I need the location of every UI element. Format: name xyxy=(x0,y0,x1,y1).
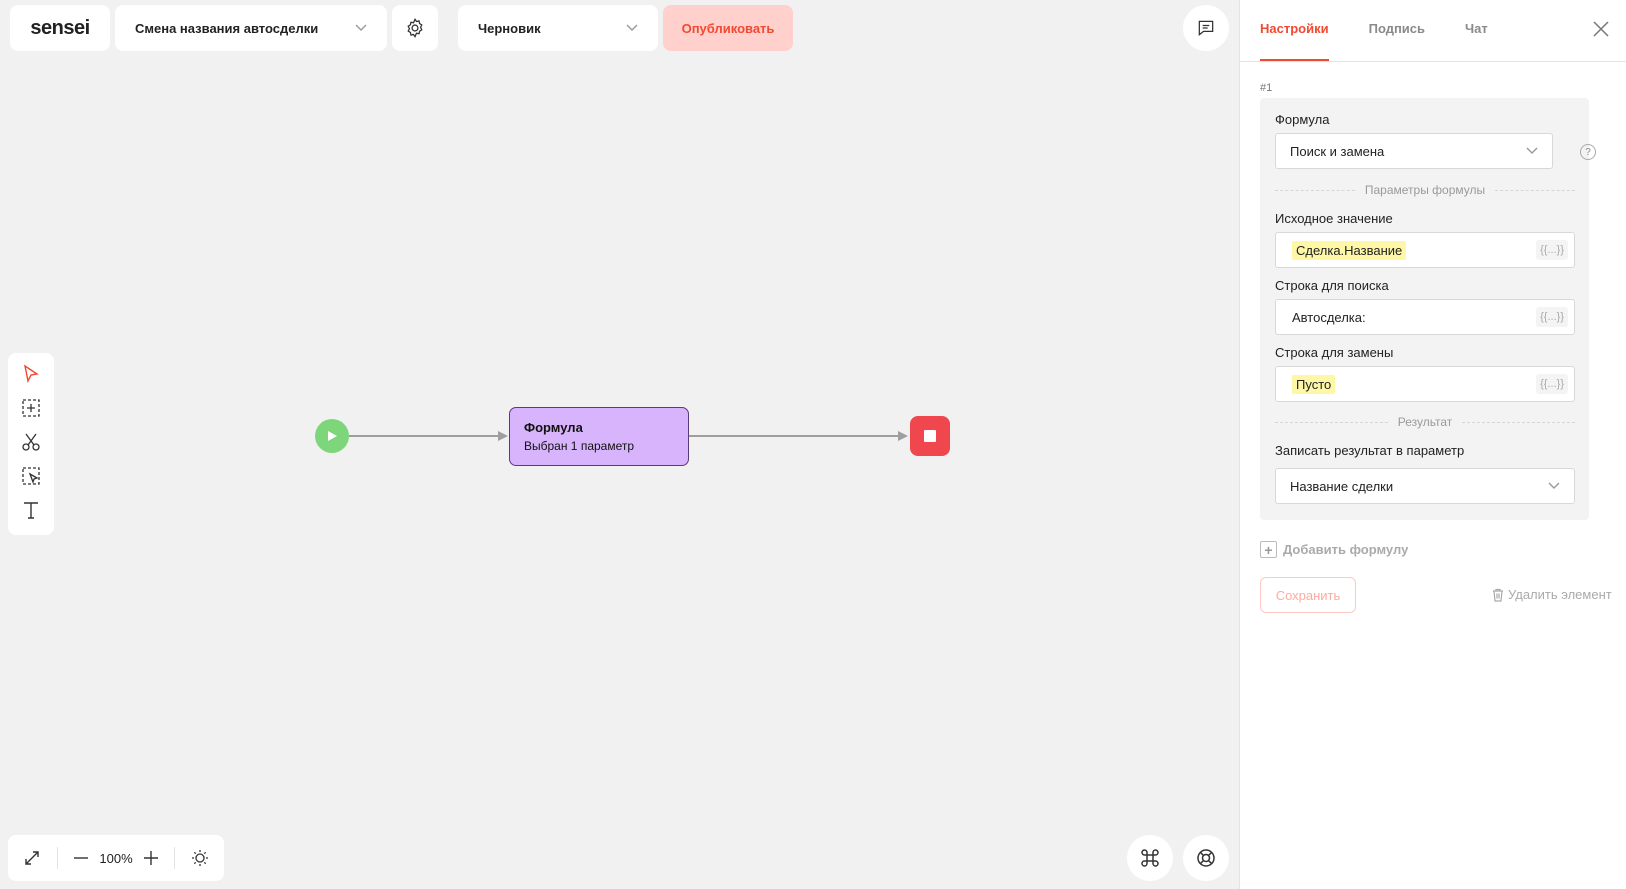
formula-index: #1 xyxy=(1260,82,1273,94)
connector-start-formula xyxy=(349,435,501,437)
theme-toggle-button[interactable] xyxy=(187,849,212,867)
panel-tabs: Настройки Подпись Чат xyxy=(1240,0,1626,62)
text-tool[interactable] xyxy=(16,497,46,523)
source-field[interactable]: Сделка.Название {{...}} xyxy=(1275,232,1575,268)
plus-icon xyxy=(143,851,158,865)
add-formula-button[interactable]: + Добавить формулу xyxy=(1260,541,1408,558)
formula-node[interactable]: Формула Выбран 1 параметр xyxy=(509,407,689,466)
zoom-controls: 100% xyxy=(8,835,224,881)
add-area-tool[interactable] xyxy=(16,395,46,421)
source-value-chip: Сделка.Название xyxy=(1292,240,1407,260)
zoom-in-button[interactable] xyxy=(139,850,162,866)
formula-card: Формула Поиск и замена ? Параметры форму… xyxy=(1260,98,1596,520)
comments-button[interactable] xyxy=(1183,5,1229,51)
delete-element-label: Удалить элемент xyxy=(1508,587,1612,602)
close-icon[interactable] xyxy=(1590,18,1612,40)
stop-node[interactable] xyxy=(910,416,950,456)
result-param-select[interactable]: Название сделки xyxy=(1275,468,1575,504)
chevron-down-icon xyxy=(626,24,638,31)
gear-icon xyxy=(407,17,423,39)
command-icon xyxy=(1141,849,1159,867)
publish-button[interactable]: Опубликовать xyxy=(663,5,793,51)
status-value: Черновик xyxy=(478,20,541,36)
chevron-down-icon xyxy=(355,24,367,31)
tool-palette xyxy=(8,353,54,535)
save-button[interactable]: Сохранить xyxy=(1260,577,1356,613)
delete-element-button[interactable]: Удалить элемент xyxy=(1492,587,1612,602)
scissors-icon xyxy=(22,433,40,451)
logo: sensei xyxy=(10,5,110,51)
pointer-tool[interactable] xyxy=(16,361,46,387)
divider xyxy=(56,847,58,869)
search-value: Автосделка: xyxy=(1292,309,1366,325)
formula-select[interactable]: Поиск и замена xyxy=(1275,133,1553,169)
search-field[interactable]: Автосделка: {{...}} xyxy=(1275,299,1575,335)
fit-screen-button[interactable] xyxy=(20,849,45,867)
replace-field[interactable]: Пусто {{...}} xyxy=(1275,366,1575,402)
node-title: Формула xyxy=(524,420,583,435)
zoom-out-button[interactable] xyxy=(70,850,93,866)
expand-icon xyxy=(25,851,40,865)
replace-value-chip: Пусто xyxy=(1292,374,1336,394)
replace-label: Строка для замены xyxy=(1275,345,1394,360)
help-button[interactable] xyxy=(1183,835,1229,881)
node-subtitle: Выбран 1 параметр xyxy=(524,439,635,453)
settings-panel: Настройки Подпись Чат #1 Формула Поиск и… xyxy=(1239,0,1626,889)
status-dropdown[interactable]: Черновик xyxy=(458,5,658,51)
settings-button[interactable] xyxy=(392,5,438,51)
start-node[interactable] xyxy=(315,419,349,453)
tab-settings[interactable]: Настройки xyxy=(1260,21,1329,61)
tab-signature[interactable]: Подпись xyxy=(1369,21,1425,61)
help-icon[interactable]: ? xyxy=(1580,144,1596,160)
process-title: Смена названия автосделки xyxy=(135,20,319,36)
pointer-icon xyxy=(23,364,39,384)
tab-chat[interactable]: Чат xyxy=(1465,21,1488,61)
play-icon xyxy=(328,431,337,441)
plus-icon: + xyxy=(1260,541,1277,558)
lifebuoy-icon xyxy=(1197,849,1215,867)
result-param-value: Название сделки xyxy=(1290,478,1394,494)
text-icon xyxy=(24,502,38,519)
select-area-icon xyxy=(22,467,40,485)
result-divider: Результат xyxy=(1275,415,1575,429)
stop-icon xyxy=(924,430,936,442)
sun-icon xyxy=(191,850,208,866)
divider xyxy=(174,847,176,869)
zoom-level: 100% xyxy=(99,850,133,866)
write-result-label: Записать результат в параметр xyxy=(1275,443,1465,458)
insert-variable-button[interactable]: {{...}} xyxy=(1536,374,1568,394)
chevron-down-icon xyxy=(1548,482,1560,489)
process-title-dropdown[interactable]: Смена названия автосделки xyxy=(115,5,387,51)
cut-tool[interactable] xyxy=(16,429,46,455)
chat-icon xyxy=(1198,20,1214,36)
search-label: Строка для поиска xyxy=(1275,278,1389,293)
trash-icon xyxy=(1493,588,1503,602)
minus-icon xyxy=(74,857,89,859)
insert-variable-button[interactable]: {{...}} xyxy=(1536,307,1568,327)
source-label: Исходное значение xyxy=(1275,211,1393,226)
add-formula-label: Добавить формулу xyxy=(1283,542,1409,557)
connector-formula-stop xyxy=(689,435,901,437)
shortcuts-button[interactable] xyxy=(1127,835,1173,881)
formula-label: Формула xyxy=(1275,112,1330,127)
select-area-tool[interactable] xyxy=(16,463,46,489)
arrow-head-icon xyxy=(898,431,908,441)
params-divider: Параметры формулы xyxy=(1275,183,1575,197)
insert-variable-button[interactable]: {{...}} xyxy=(1536,240,1568,260)
add-area-icon xyxy=(22,399,40,417)
chevron-down-icon xyxy=(1526,147,1538,154)
formula-select-value: Поиск и замена xyxy=(1290,143,1385,159)
